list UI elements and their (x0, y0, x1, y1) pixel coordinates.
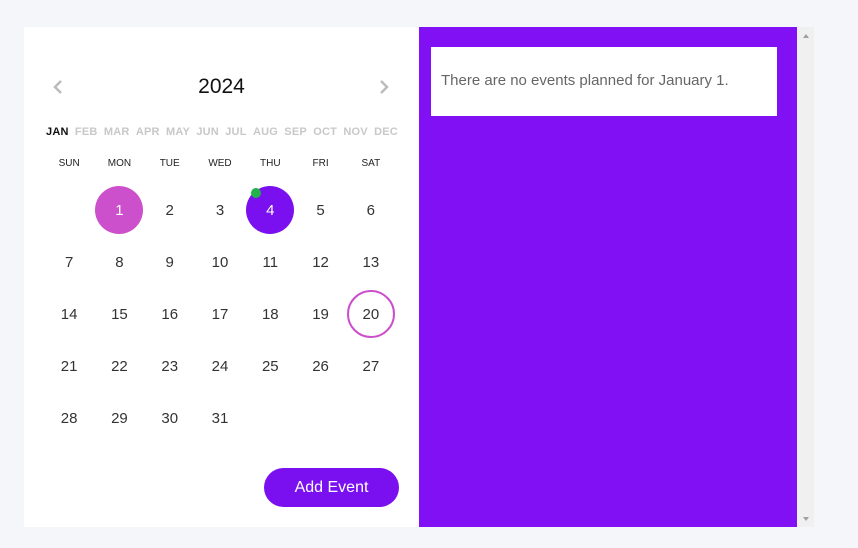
next-year-button[interactable] (374, 77, 394, 97)
scrollbar[interactable] (797, 27, 814, 527)
triangle-up-icon (802, 33, 809, 38)
day-number: 13 (362, 253, 380, 271)
calendar-pane: 2024 JAN FEB MAR APR MAY JUN JUL AUG SEP OCT NOV DE… (24, 27, 419, 527)
day-9[interactable]: 9 (145, 236, 195, 288)
day-5[interactable]: 5 (295, 184, 345, 236)
day-24[interactable]: 24 (195, 340, 245, 392)
month-mar[interactable]: MAR (104, 126, 130, 138)
day-26[interactable]: 26 (295, 340, 345, 392)
day-10[interactable]: 10 (195, 236, 245, 288)
day-number: 19 (312, 305, 329, 323)
day-25[interactable]: 25 (245, 340, 295, 392)
day-29[interactable]: 29 (94, 392, 144, 444)
day-20[interactable]: 20 (346, 288, 396, 340)
scroll-down-button[interactable] (797, 510, 814, 527)
day-number: 22 (111, 357, 128, 375)
day-number: 18 (261, 305, 279, 323)
day-number: 3 (215, 201, 225, 219)
day-number: 1 (95, 186, 144, 234)
day-number: 6 (366, 201, 376, 219)
day-number: 26 (312, 357, 329, 375)
day-7[interactable]: 7 (44, 236, 94, 288)
day-number: 9 (165, 253, 174, 271)
day-31[interactable]: 31 (195, 392, 245, 444)
day-12[interactable]: 12 (295, 236, 345, 288)
day-4[interactable]: 4 (245, 184, 295, 236)
day-number: 31 (211, 409, 229, 427)
month-dec[interactable]: DEC (374, 126, 398, 138)
day-13[interactable]: 13 (346, 236, 396, 288)
day-number: 17 (211, 305, 229, 323)
day-11[interactable]: 11 (245, 236, 295, 288)
day-28[interactable]: 28 (44, 392, 94, 444)
weekday-tue: TUE (159, 158, 180, 169)
day-22[interactable]: 22 (94, 340, 144, 392)
weekday-header: SUN MON TUE WED THU FRI SAT (44, 158, 396, 169)
no-events-message: There are no events planned for January … (431, 47, 777, 116)
day-27[interactable]: 27 (346, 340, 396, 392)
day-grid: 1 2 3 4 5 6 7 8 9 10 11 12 13 14 15 16 17 18 19 20 21 22 23 24 2… (44, 184, 396, 444)
day-number: 23 (161, 357, 179, 375)
day-6[interactable]: 6 (346, 184, 396, 236)
day-2[interactable]: 2 (145, 184, 195, 236)
month-apr[interactable]: APR (136, 126, 160, 138)
day-17[interactable]: 17 (195, 288, 245, 340)
day-8[interactable]: 8 (94, 236, 144, 288)
empty-day (44, 184, 94, 236)
day-number: 5 (316, 201, 325, 219)
day-number: 20 (346, 290, 395, 338)
chevron-right-icon (380, 80, 389, 94)
triangle-down-icon (802, 516, 809, 521)
events-panel: There are no events planned for January … (419, 27, 797, 527)
day-number: 24 (211, 357, 229, 375)
day-number: 10 (211, 253, 229, 271)
calendar-widget: 2024 JAN FEB MAR APR MAY JUN JUL AUG SEP OCT NOV DE… (24, 27, 814, 527)
month-jan[interactable]: JAN (46, 126, 69, 138)
day-19[interactable]: 19 (295, 288, 345, 340)
month-feb[interactable]: FEB (75, 126, 98, 138)
day-number: 25 (261, 357, 279, 375)
day-number: 7 (64, 253, 74, 271)
day-number: 8 (115, 253, 124, 271)
day-number: 30 (161, 409, 179, 427)
day-number: 27 (362, 357, 380, 375)
day-18[interactable]: 18 (245, 288, 295, 340)
month-selector: JAN FEB MAR APR MAY JUN JUL AUG SEP OCT NOV DEC (46, 126, 398, 138)
day-number: 2 (165, 201, 174, 219)
month-jul[interactable]: JUL (225, 126, 246, 138)
day-number: 15 (111, 305, 128, 323)
year-title: 2024 (198, 75, 245, 98)
day-number: 12 (312, 253, 329, 271)
weekday-mon: MON (107, 158, 132, 169)
day-23[interactable]: 23 (145, 340, 195, 392)
add-event-button[interactable]: Add Event (264, 468, 399, 507)
day-1[interactable]: 1 (94, 184, 144, 236)
weekday-sat: SAT (361, 158, 381, 169)
day-30[interactable]: 30 (145, 392, 195, 444)
month-oct[interactable]: OCT (313, 126, 337, 138)
scroll-up-button[interactable] (797, 27, 814, 44)
weekday-fri: FRI (312, 158, 329, 169)
month-sep[interactable]: SEP (284, 126, 307, 138)
day-14[interactable]: 14 (44, 288, 94, 340)
day-number: 16 (161, 305, 179, 323)
day-16[interactable]: 16 (145, 288, 195, 340)
day-3[interactable]: 3 (195, 184, 245, 236)
weekday-wed: WED (208, 158, 232, 169)
month-nov[interactable]: NOV (343, 126, 367, 138)
day-number: 28 (60, 409, 78, 427)
month-jun[interactable]: JUN (196, 126, 219, 138)
day-number: 11 (262, 253, 279, 271)
day-15[interactable]: 15 (94, 288, 144, 340)
day-number: 21 (60, 357, 78, 375)
weekday-sun: SUN (58, 158, 80, 169)
month-aug[interactable]: AUG (253, 126, 278, 138)
day-21[interactable]: 21 (44, 340, 94, 392)
day-number: 29 (111, 409, 128, 427)
day-number: 14 (60, 305, 78, 323)
weekday-thu: THU (260, 158, 281, 169)
month-may[interactable]: MAY (166, 126, 190, 138)
